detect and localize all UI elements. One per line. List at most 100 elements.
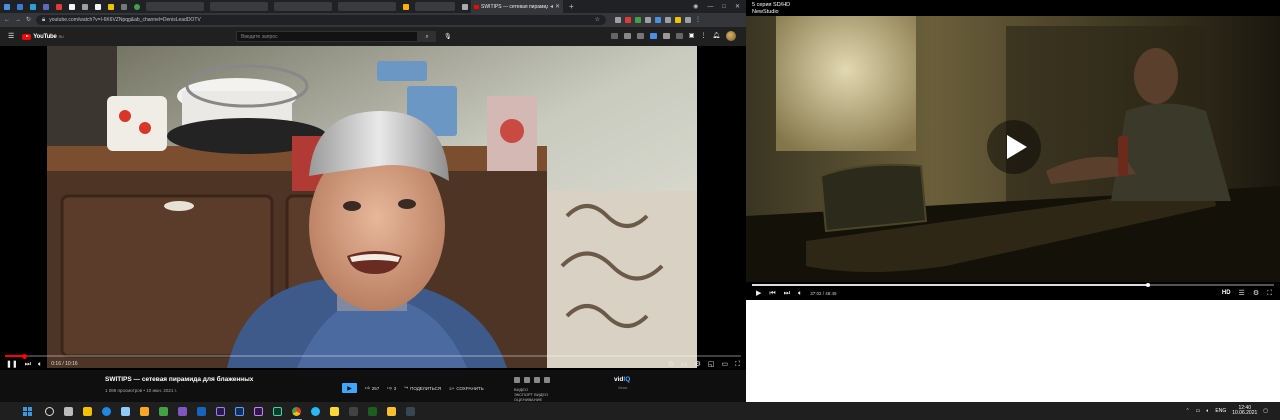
share-button[interactable]: ↪ ПОДЕЛИТЬСЯ bbox=[404, 385, 441, 391]
blurred-tab[interactable] bbox=[338, 2, 396, 11]
previous-icon[interactable]: ⏮︎ bbox=[769, 290, 775, 297]
notifications-icon[interactable]: ▢ bbox=[1263, 408, 1268, 414]
app-icon[interactable] bbox=[192, 402, 211, 420]
app-icon[interactable] bbox=[401, 402, 420, 420]
miniplayer-icon[interactable]: ◱ bbox=[708, 361, 715, 368]
hamburger-menu-icon[interactable]: ☰ bbox=[8, 33, 14, 40]
address-bar[interactable]: 🔒︎ youtube.com/watch?v=I-6K6VZNpqg&ab_ch… bbox=[36, 15, 607, 25]
pinned-tab[interactable] bbox=[0, 0, 13, 13]
extension-icon[interactable] bbox=[662, 33, 670, 39]
vidiq-logo[interactable]: vidIQ bbox=[614, 376, 630, 383]
app-icon[interactable] bbox=[306, 402, 325, 420]
secondary-player[interactable]: 5 серия SD/HD NewStudio ▶ ⏮︎ ⏭︎ 🔈︎ 37:02… bbox=[746, 0, 1280, 300]
back-icon[interactable]: ← bbox=[4, 17, 10, 23]
extension-icon[interactable] bbox=[625, 17, 632, 23]
start-button[interactable] bbox=[20, 402, 34, 420]
extension-icon[interactable] bbox=[675, 17, 682, 23]
app-icon[interactable] bbox=[344, 402, 363, 420]
active-tab[interactable]: SWITIPS — сетевая пирамид ◂ ✕ bbox=[471, 0, 563, 13]
pinned-tab[interactable] bbox=[104, 0, 117, 13]
pinned-tab[interactable] bbox=[26, 0, 39, 13]
star-icon[interactable]: ☆ bbox=[595, 17, 600, 23]
network-icon[interactable]: ▭ bbox=[1196, 408, 1201, 414]
next-icon[interactable]: ⏭︎ bbox=[784, 290, 790, 297]
twitter-icon[interactable] bbox=[534, 377, 540, 383]
pinned-tab[interactable] bbox=[78, 0, 91, 13]
pinned-tab[interactable] bbox=[130, 0, 143, 13]
extension-icon[interactable] bbox=[623, 33, 631, 39]
chrome-icon[interactable] bbox=[287, 402, 306, 420]
app-icon[interactable] bbox=[230, 402, 249, 420]
pinned-tab[interactable] bbox=[399, 0, 412, 13]
close-tab-icon[interactable]: ✕ bbox=[555, 4, 560, 10]
facebook-icon[interactable] bbox=[524, 377, 530, 383]
extension-icon[interactable] bbox=[610, 33, 618, 39]
menu-dots-icon[interactable]: ⋮ bbox=[695, 17, 701, 23]
file-explorer-icon[interactable] bbox=[78, 402, 97, 420]
maximize-icon[interactable]: □ bbox=[722, 4, 726, 10]
blurred-tab[interactable] bbox=[210, 2, 268, 11]
pinned-tab[interactable] bbox=[39, 0, 52, 13]
minimize-icon[interactable]: — bbox=[707, 4, 713, 10]
app-icon[interactable] bbox=[135, 402, 154, 420]
pinned-tab[interactable] bbox=[458, 0, 471, 13]
extension-icon[interactable] bbox=[649, 33, 657, 39]
extension-icon[interactable] bbox=[645, 17, 652, 23]
theater-mode-icon[interactable]: ▭ bbox=[721, 361, 728, 368]
extension-icon[interactable] bbox=[675, 33, 683, 39]
fullscreen-icon[interactable]: ⛶ bbox=[1267, 290, 1272, 297]
extension-icon[interactable] bbox=[685, 17, 692, 23]
like-button[interactable]: 👍︎ 257 bbox=[365, 385, 379, 391]
extension-icon[interactable] bbox=[636, 33, 644, 39]
save-button[interactable]: ≡+ СОХРАНИТЬ bbox=[449, 386, 484, 391]
pinned-tab[interactable] bbox=[52, 0, 65, 13]
pinned-tab[interactable] bbox=[13, 0, 26, 13]
blurred-tab[interactable] bbox=[415, 2, 455, 11]
app-icon[interactable] bbox=[382, 402, 401, 420]
avatar[interactable] bbox=[726, 31, 736, 41]
settings-gear-icon[interactable]: ⚙︎ bbox=[695, 361, 701, 368]
youtube-progress-bar[interactable] bbox=[5, 353, 741, 359]
next-icon[interactable]: ⏭︎ bbox=[25, 361, 31, 368]
extension-icon[interactable] bbox=[665, 17, 672, 23]
blurred-tab[interactable] bbox=[274, 2, 332, 11]
secondary-progress-bar[interactable] bbox=[752, 282, 1274, 287]
youtube-logo[interactable]: YouTube RU bbox=[22, 33, 64, 40]
forward-icon[interactable]: → bbox=[15, 17, 21, 23]
reload-icon[interactable]: ↻ bbox=[26, 17, 31, 23]
youtube-player[interactable]: ❚❚ ⏭︎ 🔈︎ 0:16 / 10:16 ⊙ ▭ ⚙︎ ◱ ▭ ⛶ bbox=[0, 46, 746, 370]
pinned-tab[interactable] bbox=[91, 0, 104, 13]
close-window-icon[interactable]: ✕ bbox=[735, 4, 740, 10]
pinned-tab[interactable] bbox=[117, 0, 130, 13]
app-icon[interactable] bbox=[249, 402, 268, 420]
clock[interactable]: 12:40 10.06.2021 bbox=[1232, 405, 1257, 417]
search-input[interactable]: Введите запрос bbox=[236, 31, 418, 42]
pinned-tab[interactable] bbox=[65, 0, 78, 13]
new-tab-icon[interactable]: + bbox=[569, 2, 574, 11]
volume-icon[interactable]: 🔈︎ bbox=[798, 290, 802, 297]
language-indicator[interactable]: ENG bbox=[1215, 408, 1226, 414]
app-icon[interactable] bbox=[268, 402, 287, 420]
playlist-icon[interactable]: ☰ bbox=[1239, 290, 1245, 297]
dislike-button[interactable]: 👎︎ 3 bbox=[387, 385, 396, 391]
extension-icon[interactable] bbox=[635, 17, 642, 23]
apps-grid-icon[interactable]: ⋮ bbox=[700, 33, 706, 39]
microphone-icon[interactable]: 🎙︎ bbox=[444, 34, 452, 40]
pause-icon[interactable]: ❚❚ bbox=[6, 361, 18, 368]
video-frame[interactable] bbox=[47, 46, 697, 368]
secondary-scrubber-handle[interactable] bbox=[1146, 282, 1151, 287]
trend-chart-icon[interactable] bbox=[544, 377, 550, 383]
quality-hd-button[interactable]: HD bbox=[1222, 290, 1231, 296]
vidiq-score-button[interactable]: ▶ bbox=[342, 383, 357, 393]
app-icon[interactable] bbox=[325, 402, 344, 420]
blurred-tab[interactable] bbox=[146, 2, 204, 11]
premiere-icon[interactable] bbox=[211, 402, 230, 420]
app-icon[interactable] bbox=[154, 402, 173, 420]
store-icon[interactable] bbox=[116, 402, 135, 420]
create-video-icon[interactable]: ▣ bbox=[689, 33, 695, 39]
fullscreen-icon[interactable]: ⛶ bbox=[735, 361, 740, 368]
big-play-button[interactable] bbox=[987, 120, 1041, 174]
search-taskbar-icon[interactable] bbox=[40, 402, 59, 420]
edge-icon[interactable] bbox=[97, 402, 116, 420]
profile-icon[interactable]: ◉ bbox=[693, 4, 698, 10]
